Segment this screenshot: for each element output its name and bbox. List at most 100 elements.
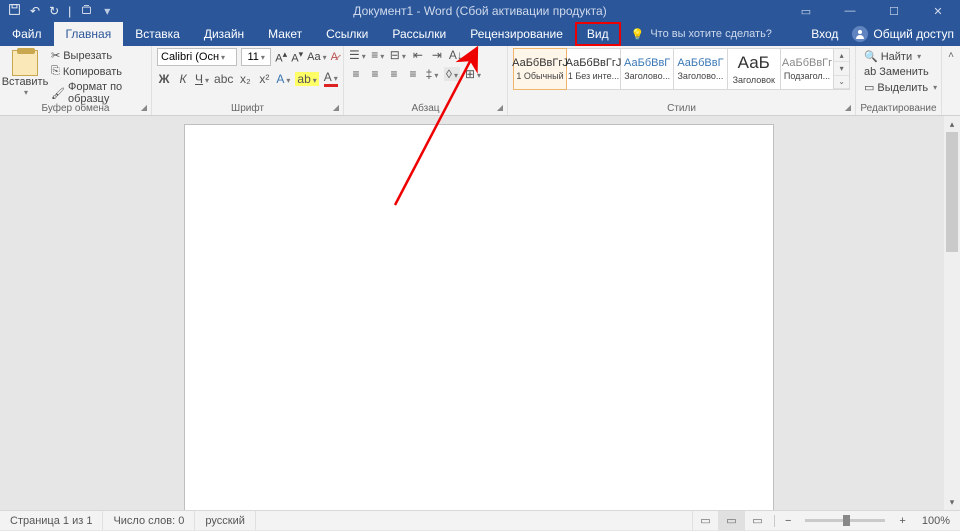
dialog-launcher-icon[interactable]: ◢ [845, 103, 851, 112]
undo-icon[interactable]: ↶ [30, 4, 40, 18]
status-language[interactable]: русский [195, 511, 255, 530]
tell-me[interactable]: 💡 Что вы хотите сделать? [621, 22, 782, 46]
clear-format-icon[interactable]: A̷ [331, 51, 338, 63]
maximize-button[interactable]: ☐ [872, 0, 916, 22]
decrease-indent-icon[interactable]: ⇤ [411, 48, 425, 62]
paste-button[interactable]: Вставить ▾ [5, 48, 45, 106]
window-controls: ▭ ― ☐ ✕ [784, 0, 960, 22]
vertical-scrollbar[interactable]: ▴ ▾ [944, 116, 960, 510]
replace-icon: ab [864, 66, 876, 78]
align-center-icon[interactable]: ≡ [368, 67, 382, 81]
touch-mode-icon[interactable] [80, 3, 93, 19]
style-item-heading1[interactable]: АаБбВвГЗаголово... [621, 48, 674, 90]
group-label-editing: Редактирование [856, 103, 941, 114]
bullets-icon[interactable]: ☰▾ [349, 48, 366, 62]
view-weblayout-icon[interactable]: ▭ [744, 511, 770, 531]
grow-font-icon[interactable]: A▴ [275, 49, 287, 65]
tab-insert[interactable]: Вставка [123, 22, 192, 46]
bold-button[interactable]: Ж [157, 72, 171, 86]
italic-button[interactable]: К [176, 72, 190, 86]
tab-view[interactable]: Вид [575, 22, 621, 46]
font-size-select[interactable]: 11▾ [241, 48, 271, 66]
zoom-in-button[interactable]: + [893, 515, 911, 527]
dialog-launcher-icon[interactable]: ◢ [497, 103, 503, 112]
align-right-icon[interactable]: ≡ [387, 67, 401, 81]
underline-button[interactable]: Ч▾ [195, 72, 209, 86]
view-printlayout-icon[interactable]: ▭ [718, 511, 744, 531]
collapse-ribbon-icon[interactable]: ˄ [942, 46, 960, 115]
line-spacing-icon[interactable]: ‡▾ [425, 67, 439, 81]
group-font: Calibri (Осн▾ 11▾ A▴ A▾ Aa▾ A̷ Ж К Ч▾ ab… [152, 46, 344, 115]
zoom-level[interactable]: 100% [912, 515, 960, 527]
superscript-icon[interactable]: x² [257, 72, 271, 86]
subscript-icon[interactable]: x₂ [238, 72, 252, 86]
shading-icon[interactable]: ◊▾ [444, 67, 460, 81]
ribbon-display-icon[interactable]: ▭ [784, 0, 828, 22]
strikethrough-icon[interactable]: abc [214, 72, 233, 86]
brush-icon: 🖌 [51, 87, 65, 100]
style-item-normal[interactable]: АаБбВвГгJ1 Обычный [513, 48, 567, 90]
replace-button[interactable]: abЗаменить [861, 65, 936, 79]
slider-knob[interactable] [843, 515, 850, 526]
show-marks-icon[interactable]: ¶ [468, 48, 482, 62]
sort-icon[interactable]: A↓ [449, 48, 463, 62]
find-button[interactable]: 🔍Найти▾ [861, 49, 936, 64]
highlight-icon[interactable]: ab▾ [295, 72, 318, 86]
multilevel-icon[interactable]: ⊟▾ [390, 48, 406, 62]
share-button[interactable]: Общий доступ [852, 26, 954, 42]
font-color-icon[interactable]: A▾ [324, 70, 338, 87]
select-button[interactable]: ▭Выделить▾ [861, 80, 936, 95]
text-effects-icon[interactable]: A▾ [276, 72, 290, 86]
styles-scroller[interactable]: ▴▾⌄ [834, 48, 850, 90]
increase-indent-icon[interactable]: ⇥ [430, 48, 444, 62]
cut-button[interactable]: ✂Вырезать [48, 48, 146, 63]
tab-mailings[interactable]: Рассылки [380, 22, 458, 46]
chevron-down-icon[interactable]: ▾ [834, 62, 849, 75]
view-readmode-icon[interactable]: ▭ [692, 511, 718, 531]
tab-design[interactable]: Дизайн [192, 22, 256, 46]
status-sep [774, 515, 775, 527]
qat-customize-icon[interactable]: ▾ [104, 4, 110, 18]
style-item-subtitle[interactable]: АаБбВвГгПодзагол... [781, 48, 834, 90]
scroll-thumb[interactable] [946, 132, 958, 252]
sign-in-link[interactable]: Вход [803, 27, 846, 41]
qat-separator: | [68, 4, 71, 18]
align-left-icon[interactable]: ≡ [349, 67, 363, 81]
scroll-up-icon[interactable]: ▴ [944, 116, 960, 132]
style-item-heading2[interactable]: АаБбВвГЗаголово... [674, 48, 727, 90]
numbering-icon[interactable]: ≡▾ [371, 48, 385, 62]
save-icon[interactable] [8, 3, 21, 19]
dialog-launcher-icon[interactable]: ◢ [141, 103, 147, 112]
copy-button[interactable]: ⎘Копировать [48, 64, 146, 79]
expand-icon[interactable]: ⌄ [834, 76, 849, 89]
close-button[interactable]: ✕ [916, 0, 960, 22]
tab-home[interactable]: Главная [54, 22, 124, 46]
shrink-font-icon[interactable]: A▾ [291, 49, 303, 65]
redo-icon[interactable]: ↻ [49, 4, 59, 18]
share-label: Общий доступ [873, 27, 954, 41]
zoom-slider[interactable] [805, 519, 885, 522]
borders-icon[interactable]: ⊞▾ [465, 67, 481, 81]
tab-file[interactable]: Файл [0, 22, 54, 46]
chevron-up-icon[interactable]: ▴ [834, 49, 849, 62]
justify-icon[interactable]: ≡ [406, 67, 420, 81]
document-page[interactable] [184, 124, 774, 510]
minimize-button[interactable]: ― [828, 0, 872, 22]
tab-references[interactable]: Ссылки [314, 22, 380, 46]
font-name-select[interactable]: Calibri (Осн▾ [157, 48, 237, 66]
tab-review[interactable]: Рецензирование [458, 22, 575, 46]
tab-layout[interactable]: Макет [256, 22, 314, 46]
change-case-icon[interactable]: Aa▾ [307, 51, 326, 63]
group-label-clipboard: Буфер обмена [0, 103, 151, 114]
group-label-font: Шрифт [152, 103, 343, 114]
scroll-down-icon[interactable]: ▾ [944, 494, 960, 510]
quick-access-toolbar: ↶ ↻ | ▾ [0, 0, 110, 22]
status-word-count[interactable]: Число слов: 0 [103, 511, 195, 530]
dialog-launcher-icon[interactable]: ◢ [333, 103, 339, 112]
search-icon: 🔍 [864, 50, 878, 63]
group-paragraph: ☰▾ ≡▾ ⊟▾ ⇤ ⇥ A↓ ¶ ≡ ≡ ≡ ≡ ‡▾ ◊▾ ⊞▾ Абзац… [344, 46, 508, 115]
style-item-title[interactable]: АаБЗаголовок [728, 48, 781, 90]
status-page[interactable]: Страница 1 из 1 [0, 511, 103, 530]
zoom-out-button[interactable]: − [779, 515, 797, 527]
style-item-nospacing[interactable]: АаБбВвГгJ1 Без инте... [567, 48, 621, 90]
